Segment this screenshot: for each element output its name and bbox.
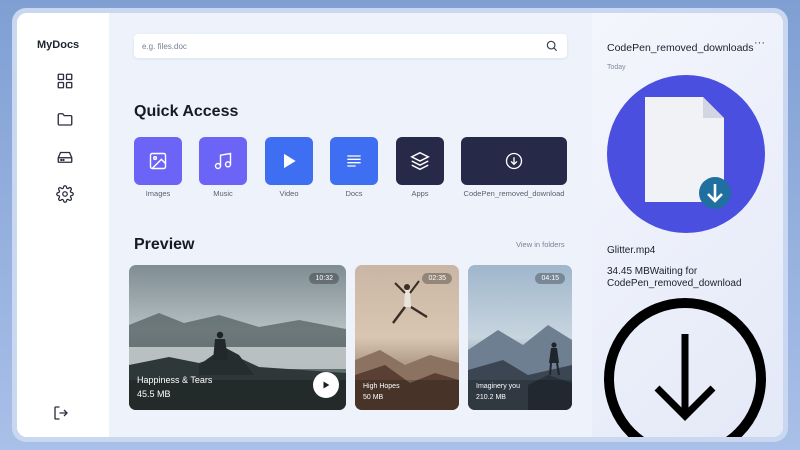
search-input[interactable] [142,34,532,58]
quick-access-label: Apps [411,189,429,198]
quick-access-label: Images [145,189,171,198]
quick-access-tile[interactable] [396,137,444,185]
quick-access-label: Video [279,189,299,198]
preview-card-happiness[interactable]: 10:32 Happiness & Tears 45.5 MB [129,265,346,410]
quick-access-label: CodePen_removed_download [463,189,565,198]
grid-icon [57,73,73,89]
more-options-button[interactable]: ··· [754,37,765,49]
quick-access-tile[interactable] [134,137,182,185]
brand-logo: MyDocs [37,39,80,51]
play-button[interactable] [313,372,339,398]
sidebar-item-dashboard[interactable] [56,72,74,90]
card-title: Imaginery you [476,383,520,390]
layers-icon [410,151,430,171]
card-title: High Hopes [363,383,400,390]
file-download-icon [607,75,765,233]
card-size: 45.5 MB [137,389,171,399]
sidebar: MyDocs [17,13,109,437]
card-size: 210.2 MB [476,394,506,401]
downloads-panel: CodePen_removed_downloads ··· Today Glit… [592,13,783,437]
play-icon [323,381,330,389]
gear-icon [56,185,74,203]
image-icon [149,152,167,170]
folder-icon [57,113,73,126]
preview-title: Preview [134,236,195,253]
play-icon [284,153,296,169]
view-in-folders-link[interactable]: View in folders [516,240,565,249]
music-icon [214,152,232,170]
sidebar-item-drive[interactable] [56,148,74,166]
preview-card-high-hopes[interactable]: 02:35 High Hopes 50 MB [355,265,459,410]
quick-access-tile[interactable] [330,137,378,185]
app-frame: MyDocs e.g. files.doc Quick Access Image… [17,13,783,437]
quick-access-item-apps[interactable]: Apps [396,137,444,199]
quick-access-label: Docs [345,189,363,198]
download-button[interactable] [602,296,768,437]
duration-badge: 02:35 [422,273,452,284]
duration-badge: 04:15 [535,273,565,284]
quick-access-title: Quick Access [134,103,239,120]
quick-access-item-downloads[interactable]: CodePen_removed_download [461,137,567,199]
app-window: MyDocs e.g. files.doc Quick Access Image… [12,8,788,442]
quick-access-tile[interactable] [199,137,247,185]
search-button[interactable] [545,39,559,53]
date-label: Today [607,64,626,71]
logout-button[interactable] [52,404,70,422]
download-icon [505,152,523,170]
card-title: Happiness & Tears [137,375,213,385]
main-content: Quick Access Images Music [109,13,592,437]
search-bar [134,34,567,58]
card-size: 50 MB [363,394,384,401]
download-status: 34.45 MBWaiting for CodePen_removed_down… [607,266,742,289]
quick-access-label: Music [213,189,233,198]
quick-access-item-music[interactable]: Music [199,137,247,199]
preview-card-imaginery[interactable]: 04:15 Imaginery you 210.2 MB [468,265,572,410]
downloads-title: CodePen_removed_downloads [607,42,754,54]
quick-access-tile[interactable] [265,137,313,185]
search-icon [546,40,558,52]
sidebar-item-settings[interactable] [56,185,74,203]
quick-access-tile[interactable] [461,137,567,185]
duration-badge: 10:32 [309,273,339,284]
quick-access-item-images[interactable]: Images [134,137,182,199]
sidebar-item-folders[interactable] [56,110,74,128]
docs-icon [347,155,361,167]
quick-access-item-docs[interactable]: Docs [330,137,378,199]
file-name: Glitter.mp4 [607,245,656,256]
quick-access-item-video[interactable]: Video [265,137,313,199]
drive-icon [57,151,73,163]
logout-icon [54,406,68,420]
